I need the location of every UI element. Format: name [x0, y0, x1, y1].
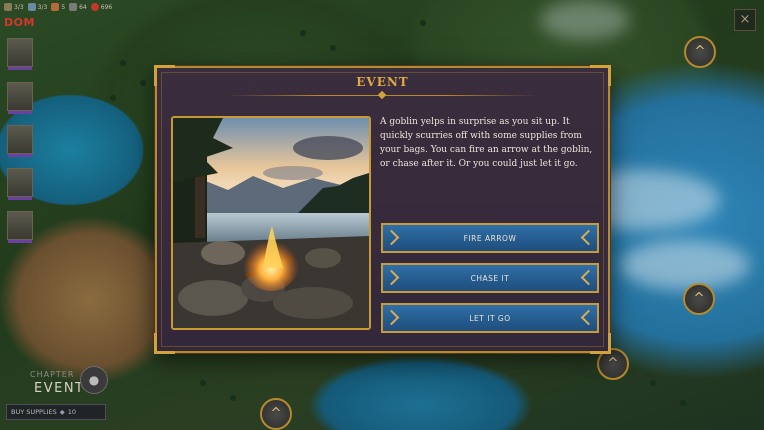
hp-bar [8, 111, 32, 114]
frame-corner [154, 333, 175, 354]
cloud [540, 0, 630, 40]
party-portrait[interactable] [7, 38, 33, 70]
buy-supplies-cost: 10 [67, 408, 77, 416]
buy-supplies-button[interactable]: BUY SUPPLIES ◆ 10 [6, 404, 106, 420]
chevron-left-icon [383, 229, 400, 246]
chevron-right-icon [580, 269, 597, 286]
event-dialog: EVENT A goblin yelps in surprise as you … [154, 65, 611, 354]
supplies-cost-icon: ◆ [59, 408, 65, 416]
status-bar: 3/3 3/3 5 64 696 [0, 0, 204, 14]
chase-it-button[interactable]: CHASE IT [381, 263, 599, 293]
scroll-icon [27, 3, 36, 11]
event-description: A goblin yelps in surprise as you sit up… [380, 117, 593, 169]
choice-label: LET IT GO [469, 313, 511, 323]
chevron-left-icon [383, 309, 400, 326]
map-node-current[interactable]: ^ [260, 398, 292, 430]
chapter-name: EVENT [34, 381, 85, 396]
chapter-label: CHAPTER [30, 370, 75, 379]
dom-label: DOM [4, 16, 35, 29]
party-portrait[interactable] [7, 125, 33, 157]
let-it-go-button[interactable]: LET IT GO [381, 303, 599, 333]
party-portrait[interactable] [7, 211, 33, 243]
campfire-lake-illustration [171, 116, 371, 330]
close-button[interactable]: × [734, 9, 756, 31]
hp-bar [8, 240, 32, 243]
hp-bar [8, 67, 32, 70]
map-node-scroll[interactable]: ^ [683, 283, 715, 315]
hp-bar [8, 154, 32, 157]
food-count: 5 [51, 3, 65, 11]
party-icon [4, 3, 12, 11]
gold-icon [90, 3, 99, 11]
campfire-scene [173, 118, 369, 328]
party-count: 3/3 [4, 3, 24, 11]
hp-bar [8, 197, 32, 200]
party-portrait[interactable] [7, 168, 33, 200]
scroll-count: 3/3 [27, 3, 47, 11]
choice-label: CHASE IT [470, 273, 510, 283]
chevron-right-icon [580, 229, 597, 246]
map-node-camp[interactable]: ^ [684, 36, 716, 68]
title-ornament-icon [377, 90, 387, 100]
chevron-right-icon [580, 309, 597, 326]
chapter-icon[interactable]: ● [80, 366, 108, 394]
food-icon [51, 3, 60, 11]
buy-supplies-label: BUY SUPPLIES [11, 408, 57, 416]
fire-arrow-button[interactable]: FIRE ARROW [381, 223, 599, 253]
frame-corner [590, 333, 611, 354]
dialog-title: EVENT [356, 75, 409, 89]
cloud [620, 240, 750, 290]
chevron-left-icon [383, 269, 400, 286]
supplies-icon [69, 3, 78, 11]
choice-label: FIRE ARROW [463, 233, 517, 243]
party-portrait[interactable] [7, 82, 33, 114]
gold-count: 696 [90, 3, 112, 11]
supplies-count: 64 [69, 3, 87, 11]
